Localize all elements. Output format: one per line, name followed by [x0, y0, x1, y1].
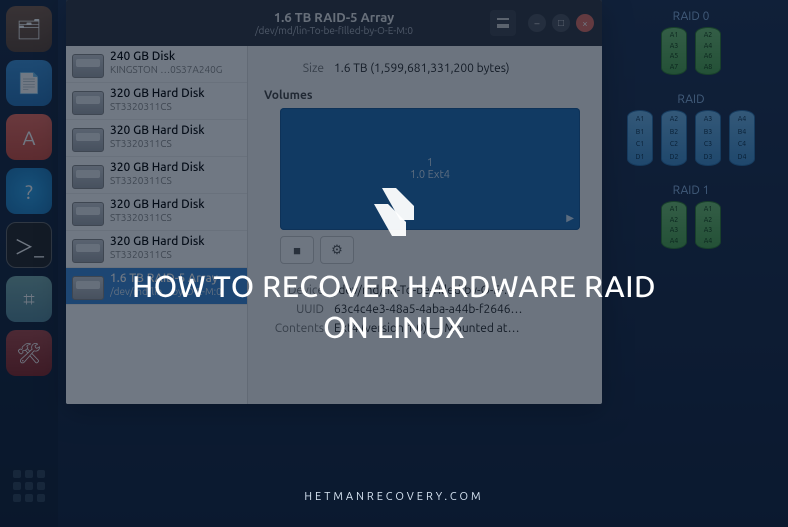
overlay-site: HETMANRECOVERY.COM: [0, 491, 788, 503]
promo-overlay: HOW TO RECOVER HARDWARE RAID ON LINUX HE…: [0, 0, 788, 527]
overlay-title: HOW TO RECOVER HARDWARE RAID ON LINUX: [114, 266, 674, 347]
brand-logo-icon: [362, 180, 426, 244]
